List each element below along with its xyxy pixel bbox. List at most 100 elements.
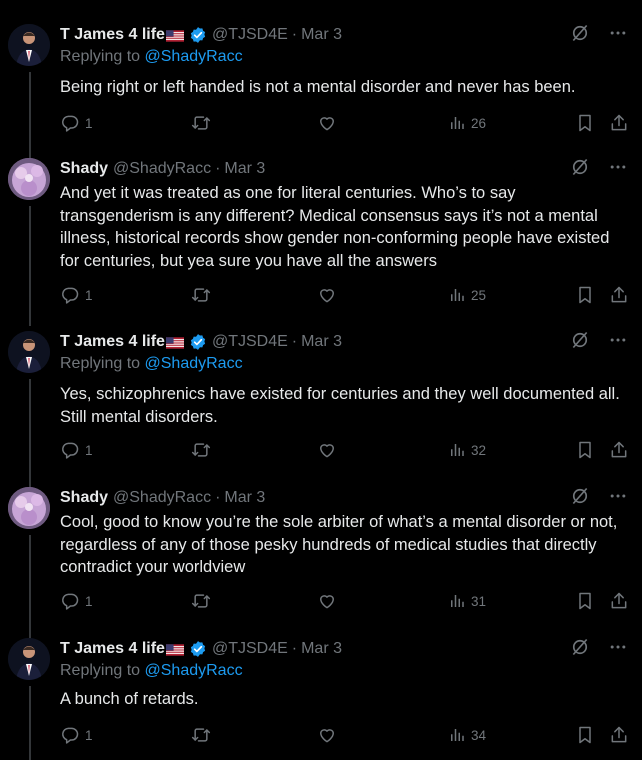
display-name[interactable]: Shady xyxy=(60,489,108,507)
header-icons xyxy=(570,158,628,180)
user-handle[interactable]: @TJSD4E xyxy=(212,333,288,351)
views-button[interactable]: 31 xyxy=(448,590,486,612)
bookmark-button[interactable] xyxy=(575,590,595,612)
bookmark-icon xyxy=(575,285,595,305)
reply-button[interactable]: 1 xyxy=(60,284,93,306)
tweet-date[interactable]: Mar 3 xyxy=(224,489,265,507)
grok-icon[interactable] xyxy=(570,486,590,511)
share-button[interactable] xyxy=(609,590,629,612)
more-icon[interactable] xyxy=(608,637,628,662)
grok-icon[interactable] xyxy=(570,23,590,48)
tweet-date[interactable]: Mar 3 xyxy=(224,160,265,178)
avatar[interactable] xyxy=(8,331,50,373)
replying-label: Replying to xyxy=(60,662,141,679)
tweet-header: T James 4 life @TJSD4E · Mar 3 xyxy=(60,24,342,46)
tweet-date[interactable]: Mar 3 xyxy=(301,640,342,658)
like-button[interactable] xyxy=(317,284,337,306)
avatar[interactable] xyxy=(8,487,50,529)
action-bar: 1 31 xyxy=(60,590,630,612)
verified-icon[interactable] xyxy=(189,333,207,351)
retweet-button[interactable] xyxy=(191,112,211,134)
separator-dot: · xyxy=(291,26,298,43)
avatar[interactable] xyxy=(8,638,50,680)
reply-count: 1 xyxy=(85,287,93,303)
separator-dot: · xyxy=(215,489,221,506)
retweet-icon xyxy=(191,113,211,133)
views-icon xyxy=(448,285,466,305)
reply-icon xyxy=(60,725,80,745)
tweet-date[interactable]: Mar 3 xyxy=(301,26,342,44)
more-icon[interactable] xyxy=(608,486,628,511)
retweet-button[interactable] xyxy=(191,590,211,612)
views-count: 34 xyxy=(471,727,487,743)
share-icon xyxy=(609,113,629,133)
thread-connector xyxy=(29,686,31,760)
like-button[interactable] xyxy=(317,112,337,134)
like-icon xyxy=(317,591,337,611)
user-handle[interactable]: @TJSD4E xyxy=(212,640,288,658)
views-button[interactable]: 34 xyxy=(448,724,486,746)
like-button[interactable] xyxy=(317,590,337,612)
like-button[interactable] xyxy=(317,724,337,746)
views-button[interactable]: 32 xyxy=(448,439,486,461)
views-count: 25 xyxy=(471,287,487,303)
more-icon[interactable] xyxy=(608,330,628,355)
retweet-icon xyxy=(191,591,211,611)
grok-icon[interactable] xyxy=(570,157,590,182)
share-button[interactable] xyxy=(609,112,629,134)
reply-button[interactable]: 1 xyxy=(60,439,93,461)
user-handle[interactable]: @ShadyRacc xyxy=(113,160,211,178)
retweet-icon xyxy=(191,285,211,305)
like-button[interactable] xyxy=(317,439,337,461)
thread-connector xyxy=(29,206,31,326)
reply-count: 1 xyxy=(85,442,93,458)
reply-icon xyxy=(60,113,80,133)
tweet-text: A bunch of retards. xyxy=(60,690,199,708)
share-button[interactable] xyxy=(609,439,629,461)
user-handle[interactable]: @ShadyRacc xyxy=(113,489,211,507)
grok-icon[interactable] xyxy=(570,330,590,355)
mention-link[interactable]: @ShadyRacc xyxy=(145,662,243,679)
display-name[interactable]: Shady xyxy=(60,160,108,178)
mention-link[interactable]: @ShadyRacc xyxy=(145,355,243,372)
retweet-button[interactable] xyxy=(191,439,211,461)
reply-button[interactable]: 1 xyxy=(60,112,93,134)
more-icon[interactable] xyxy=(608,157,628,182)
views-button[interactable]: 25 xyxy=(448,284,486,306)
retweet-button[interactable] xyxy=(191,724,211,746)
bookmark-button[interactable] xyxy=(575,724,595,746)
separator-dot: · xyxy=(291,640,298,657)
share-button[interactable] xyxy=(609,724,629,746)
avatar[interactable] xyxy=(8,158,50,200)
reply-button[interactable]: 1 xyxy=(60,724,93,746)
avatar[interactable] xyxy=(8,24,50,66)
tweet-text: And yet it was treated as one for litera… xyxy=(60,184,610,270)
display-name[interactable]: T James 4 life xyxy=(60,26,165,44)
share-button[interactable] xyxy=(609,284,629,306)
mention-link[interactable]: @ShadyRacc xyxy=(145,48,243,65)
retweet-icon xyxy=(191,440,211,460)
verified-icon[interactable] xyxy=(189,26,207,44)
retweet-button[interactable] xyxy=(191,284,211,306)
user-handle[interactable]: @TJSD4E xyxy=(212,26,288,44)
like-icon xyxy=(317,440,337,460)
more-icon[interactable] xyxy=(608,23,628,48)
reply-button[interactable]: 1 xyxy=(60,590,93,612)
bookmark-button[interactable] xyxy=(575,284,595,306)
reply-count: 1 xyxy=(85,115,93,131)
grok-icon[interactable] xyxy=(570,637,590,662)
bookmark-button[interactable] xyxy=(575,439,595,461)
share-icon xyxy=(609,725,629,745)
us-flag-icon xyxy=(165,336,184,349)
display-name[interactable]: T James 4 life xyxy=(60,640,165,658)
bookmark-button[interactable] xyxy=(575,112,595,134)
replying-label: Replying to xyxy=(60,48,141,65)
like-icon xyxy=(317,725,337,745)
verified-icon[interactable] xyxy=(189,640,207,658)
tweet-date[interactable]: Mar 3 xyxy=(301,333,342,351)
action-bar: 1 32 xyxy=(60,439,630,461)
like-icon xyxy=(317,113,337,133)
bookmark-icon xyxy=(575,591,595,611)
views-button[interactable]: 26 xyxy=(448,112,486,134)
display-name[interactable]: T James 4 life xyxy=(60,333,165,351)
